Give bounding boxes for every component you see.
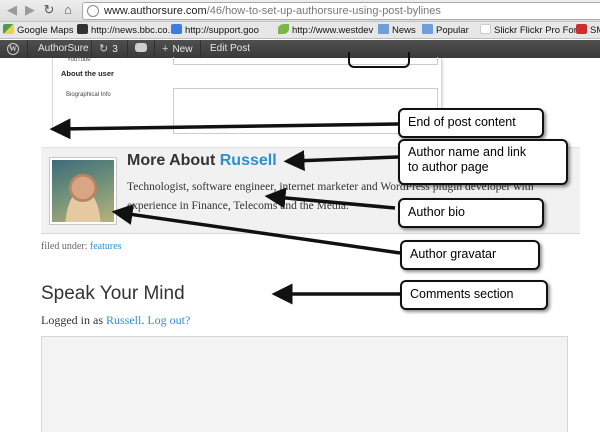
plus-icon: + bbox=[162, 43, 169, 55]
home-icon[interactable]: ⌂ bbox=[60, 2, 76, 18]
bookmarks-bar: Google Maps http://news.bbc.co. http://s… bbox=[0, 22, 600, 39]
filed-under-label: filed under: bbox=[41, 241, 88, 252]
admin-bar-comments[interactable] bbox=[135, 40, 147, 58]
address-bar[interactable]: www.authorsure.com/46/how-to-set-up-auth… bbox=[82, 2, 600, 20]
logout-link[interactable]: Log out? bbox=[147, 313, 190, 327]
admin-bar-new[interactable]: + New bbox=[162, 40, 192, 58]
comment-icon bbox=[135, 43, 147, 52]
leaf-icon bbox=[278, 24, 289, 34]
url-text: www.authorsure.com/46/how-to-set-up-auth… bbox=[104, 5, 441, 17]
comments-heading: Speak Your Mind bbox=[41, 283, 185, 304]
back-icon[interactable]: ◀ bbox=[4, 2, 20, 18]
callout-author-bio: Author bio bbox=[398, 198, 544, 228]
wp-admin-bar: W AuthorSure ↻ 3 + New Edit Post bbox=[0, 40, 600, 58]
bookmark-folder-news[interactable]: News bbox=[378, 24, 416, 37]
bookmark-folder-popular[interactable]: Popular bbox=[422, 24, 469, 37]
author-photo bbox=[52, 160, 114, 222]
folder-icon bbox=[422, 24, 433, 34]
callout-author-name-line2: to author page bbox=[408, 160, 489, 174]
bookmark-google-maps[interactable]: Google Maps bbox=[3, 24, 74, 37]
bookmark-google-support[interactable]: http://support.goo bbox=[171, 24, 259, 37]
callout-end-of-post: End of post content bbox=[398, 108, 544, 138]
callout-stub bbox=[348, 52, 410, 68]
admin-bar-edit-post[interactable]: Edit Post bbox=[210, 40, 250, 58]
bookmark-slickr-flickr[interactable]: Slickr Flickr Pro Foru bbox=[480, 24, 582, 37]
comment-textarea[interactable] bbox=[41, 336, 568, 432]
author-gravatar bbox=[49, 157, 117, 225]
admin-bar-divider bbox=[154, 40, 155, 58]
callout-author-name-line1: Author name and link bbox=[408, 145, 527, 159]
admin-bar-divider bbox=[91, 40, 92, 58]
callout-author-name: Author name and link to author page bbox=[398, 139, 568, 185]
post-content-screenshot: YouTube About the user Biographical Info bbox=[52, 57, 442, 134]
filed-under: filed under: features bbox=[41, 241, 122, 252]
callout-comments-section: Comments section bbox=[400, 280, 548, 310]
admin-bar-site-name[interactable]: AuthorSure bbox=[38, 40, 89, 58]
reload-icon[interactable]: ↻ bbox=[41, 2, 57, 18]
period: . bbox=[141, 313, 145, 327]
google-icon bbox=[171, 24, 182, 34]
bookmark-westdev[interactable]: http://www.westdev bbox=[278, 24, 373, 37]
admin-bar-divider bbox=[27, 40, 28, 58]
wordpress-logo-icon[interactable]: W bbox=[7, 43, 19, 55]
callout-author-gravatar: Author gravatar bbox=[400, 240, 540, 270]
updates-icon: ↻ bbox=[99, 43, 109, 55]
admin-bar-updates[interactable]: ↻ 3 bbox=[99, 40, 118, 58]
author-heading-prefix: More About bbox=[127, 152, 216, 169]
category-link[interactable]: features bbox=[90, 241, 122, 252]
about-user-heading: About the user bbox=[61, 69, 114, 78]
bookmark-bbc[interactable]: http://news.bbc.co. bbox=[77, 24, 170, 37]
youtube-label: YouTube bbox=[67, 57, 91, 63]
biographical-info-label: Biographical Info bbox=[66, 92, 111, 98]
admin-bar-divider bbox=[127, 40, 128, 58]
logged-in-user-link[interactable]: Russell bbox=[106, 313, 141, 327]
sms-icon bbox=[576, 24, 587, 34]
logged-in-label: Logged in as bbox=[41, 313, 103, 327]
folder-icon bbox=[378, 24, 389, 34]
globe-icon bbox=[87, 5, 99, 17]
author-name-link[interactable]: Russell bbox=[220, 152, 277, 169]
maps-icon bbox=[3, 24, 14, 34]
screenshot-stage: ◀ ▶ ↻ ⌂ www.authorsure.com/46/how-to-set… bbox=[0, 0, 600, 432]
browser-toolbar: ◀ ▶ ↻ ⌂ www.authorsure.com/46/how-to-set… bbox=[0, 0, 600, 22]
bbc-icon bbox=[77, 24, 88, 34]
forward-icon[interactable]: ▶ bbox=[22, 2, 38, 18]
flickr-icon bbox=[480, 24, 491, 34]
logged-in-line: Logged in as Russell. Log out? bbox=[41, 313, 190, 328]
bookmark-sms[interactable]: SMS bbox=[576, 24, 600, 37]
author-heading: More About Russell bbox=[127, 152, 277, 170]
admin-bar-divider bbox=[200, 40, 201, 58]
